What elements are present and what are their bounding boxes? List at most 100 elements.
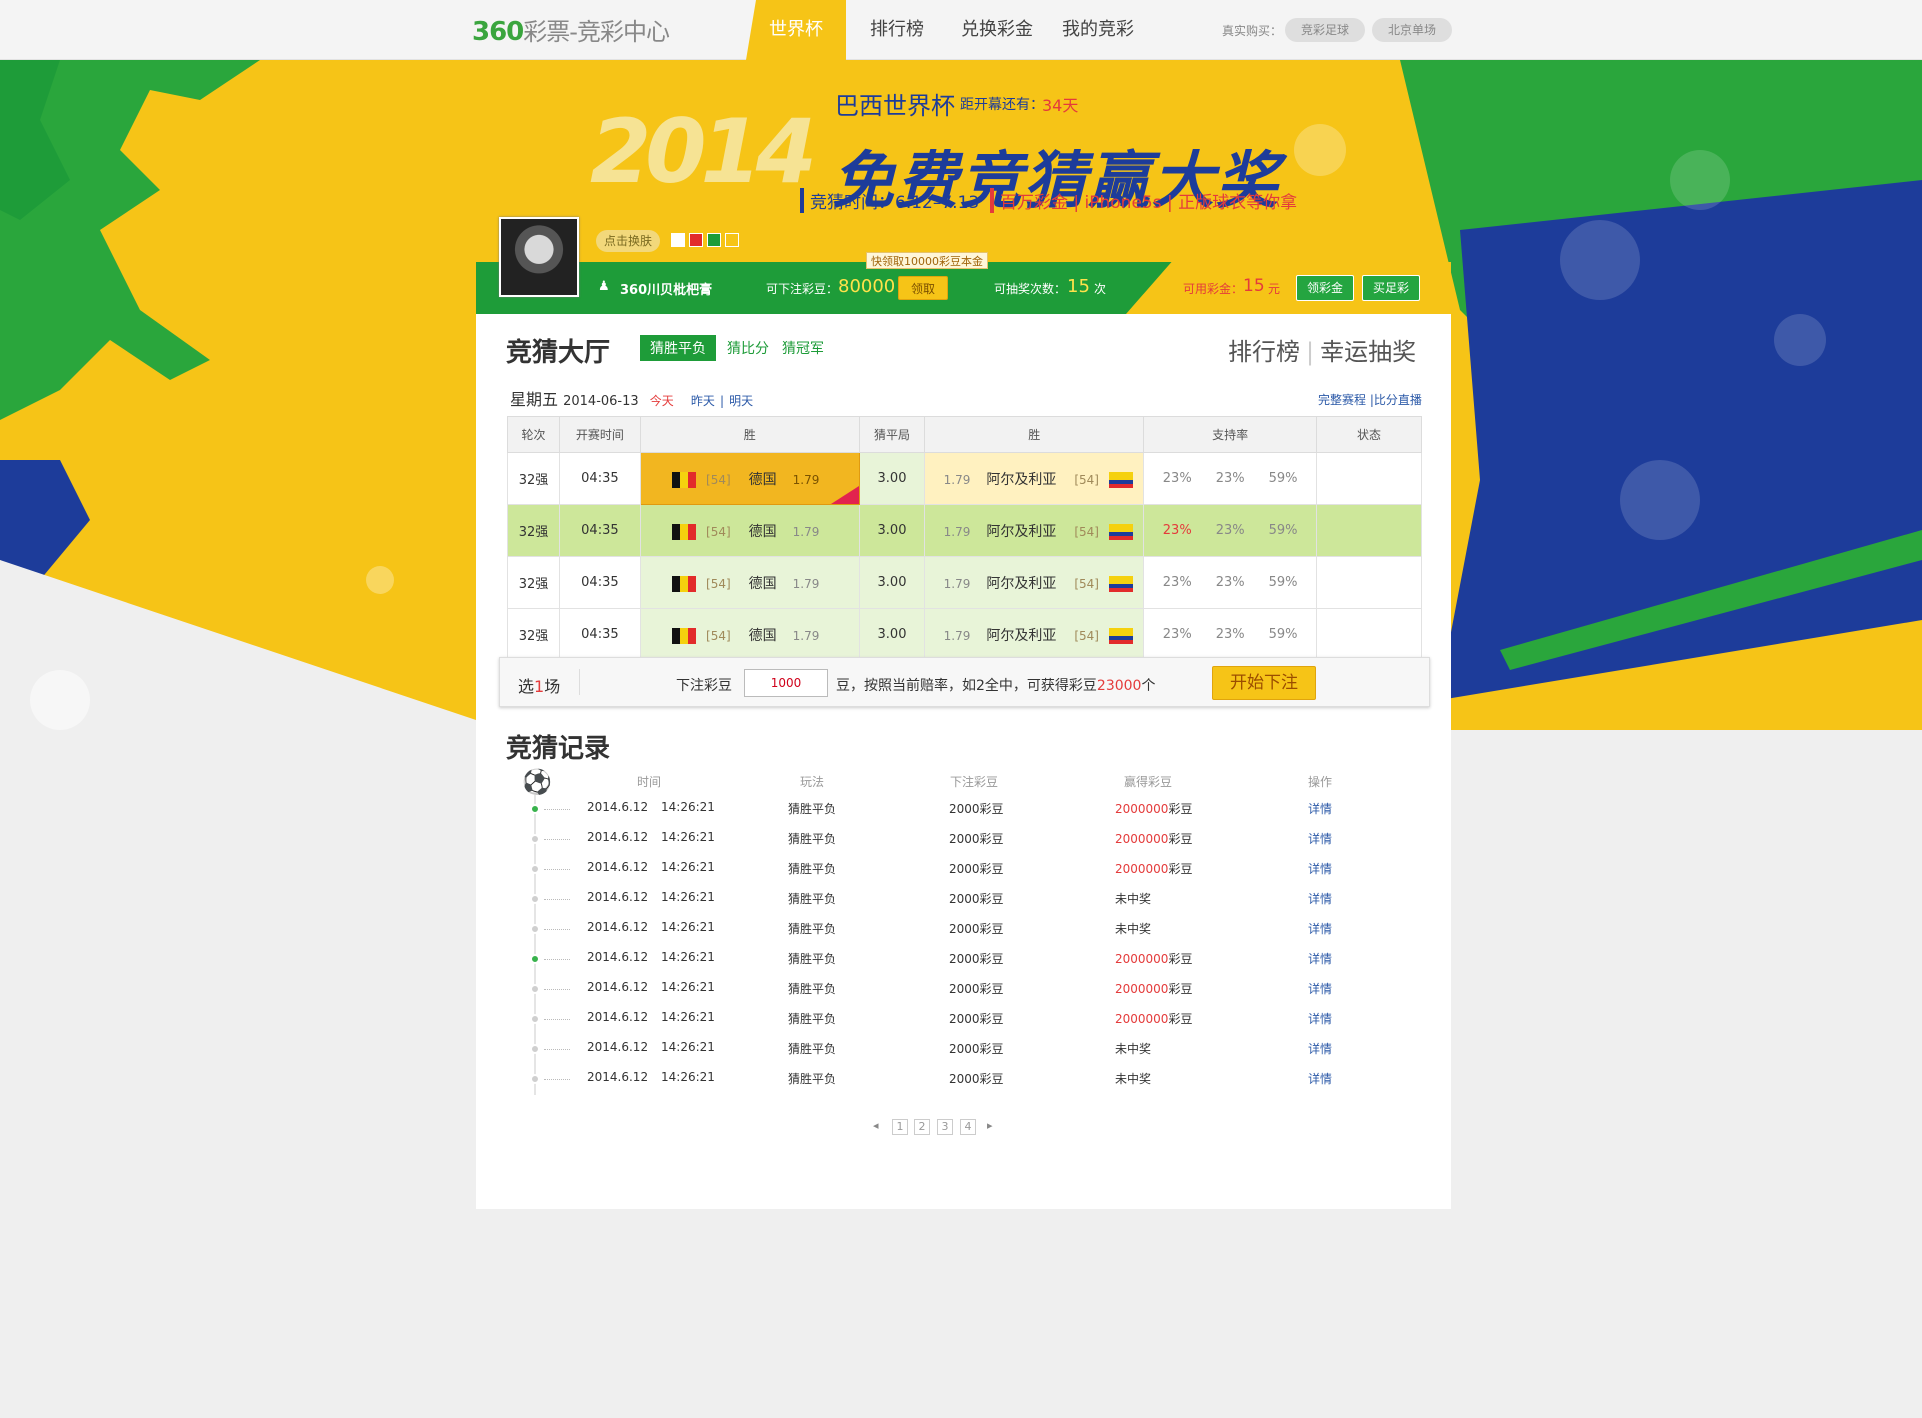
record-win-unit: 未中奖	[1115, 1072, 1152, 1086]
record-detail-link[interactable]: 详情	[1308, 980, 1332, 997]
record-date: 2014.6.12	[587, 830, 649, 844]
buy-link-beijing[interactable]: 北京单场	[1372, 18, 1453, 42]
nav-ranking[interactable]: 排行榜	[870, 0, 924, 60]
draw-option[interactable]: 3.00	[858, 504, 926, 557]
skin-swatch-red[interactable]	[689, 233, 703, 247]
record-detail-link[interactable]: 详情	[1308, 800, 1332, 817]
draw-option[interactable]: 3.00	[858, 608, 926, 661]
nav-my-bets[interactable]: 我的竞彩	[1062, 0, 1134, 60]
page-2[interactable]: 2	[914, 1119, 930, 1135]
record-bet: 2000彩豆	[949, 862, 1004, 876]
nav-exchange[interactable]: 兑换彩金	[961, 0, 1033, 60]
ecuador-flag-icon	[1108, 628, 1133, 644]
buy-lottery-button[interactable]: 买足彩	[1362, 275, 1421, 301]
away-odd: 1.79	[943, 576, 971, 591]
banner-cup-title: 巴西世界杯	[835, 92, 955, 120]
support-away: 59%	[1268, 575, 1298, 590]
tomorrow-link[interactable]: 明天	[729, 394, 753, 408]
change-skin-button[interactable]: 点击换肤	[596, 230, 661, 252]
skin-swatch-green[interactable]	[707, 233, 721, 247]
record-win: 未中奖	[1115, 890, 1151, 907]
record-play: 猜胜平负	[788, 862, 837, 876]
skin-swatch-white[interactable]	[671, 233, 685, 247]
away-odd: 1.79	[943, 472, 971, 487]
record-date: 2014.6.12	[587, 950, 649, 964]
home-team: 德国	[748, 575, 777, 592]
away-win-option[interactable]: 1.79 阿尔及利亚 [54]	[924, 608, 1145, 661]
record-detail-link[interactable]: 详情	[1308, 950, 1332, 967]
avatar[interactable]	[499, 217, 579, 297]
record-date: 2014.6.12	[587, 1010, 649, 1024]
skin-swatch-yellow[interactable]	[725, 233, 739, 247]
ecuador-flag-icon	[1108, 576, 1133, 592]
bean-value: 80000	[838, 276, 896, 297]
record-date: 2014.6.12	[587, 1040, 649, 1054]
record-date: 2014.6.12	[587, 890, 649, 904]
schedule-link[interactable]: 完整赛程 |比分直播	[1318, 391, 1422, 408]
draw-option[interactable]: 3.00	[858, 556, 926, 609]
timeline-dash	[544, 1019, 570, 1020]
record-detail-link[interactable]: 详情	[1308, 1070, 1332, 1087]
home-win-option[interactable]: [54] 德国 1.79	[639, 504, 860, 557]
round-cell: 32强	[507, 452, 560, 505]
tab-win-draw-lose[interactable]: 猜胜平负	[640, 335, 716, 361]
status-cell	[1316, 504, 1422, 557]
belgium-flag-icon	[672, 472, 697, 488]
bet-description: 豆，按照当前赔率，如2全中，可获得彩豆23000个	[836, 675, 1155, 695]
banner-countdown-label: 距开幕还有：	[960, 97, 1044, 113]
record-win-amount: 2000000	[1115, 1012, 1169, 1026]
bet-amount-input[interactable]: 1000	[744, 669, 828, 697]
pager-prev[interactable]: ◂	[873, 1119, 879, 1132]
tab-score[interactable]: 猜比分	[727, 338, 769, 358]
home-team: 德国	[748, 627, 777, 644]
start-bet-button[interactable]: 开始下注	[1212, 666, 1316, 700]
link-separator: |	[1306, 338, 1315, 366]
record-play: 猜胜平负	[788, 802, 837, 816]
banner-prizes: 百万彩金 | iPhone5s | 正版球衣等你拿	[990, 188, 1297, 213]
home-win-option[interactable]: [54] 德国 1.79	[639, 608, 860, 661]
support-rate-cell: 23% 23% 59%	[1143, 608, 1318, 661]
timeline-dot	[530, 1074, 540, 1084]
record-detail-link[interactable]: 详情	[1308, 890, 1332, 907]
date-separator: |	[719, 394, 725, 408]
bet-label: 下注彩豆	[676, 678, 732, 694]
page-1[interactable]: 1	[892, 1119, 908, 1135]
record-play: 猜胜平负	[788, 982, 837, 996]
time-cell: 04:35	[558, 608, 641, 661]
record-detail-link[interactable]: 详情	[1308, 830, 1332, 847]
page-4[interactable]: 4	[960, 1119, 976, 1135]
record-win-unit: 彩豆	[1168, 802, 1193, 816]
home-win-option[interactable]: [54] 德国 1.79	[639, 452, 860, 505]
record-bet: 2000彩豆	[949, 832, 1004, 846]
record-play: 猜胜平负	[788, 922, 837, 936]
away-win-option[interactable]: 1.79 阿尔及利亚 [54]	[924, 556, 1145, 609]
record-detail-link[interactable]: 详情	[1308, 920, 1332, 937]
pager-next[interactable]: ▸	[987, 1119, 993, 1132]
record-win-unit: 彩豆	[1168, 952, 1193, 966]
bet-desc-value: 23000	[1096, 678, 1142, 694]
cash-unit: 元	[1268, 282, 1281, 296]
draw-option[interactable]: 3.00	[858, 452, 926, 505]
rec-col-play: 玩法	[800, 775, 825, 789]
ranking-link[interactable]: 排行榜	[1228, 338, 1300, 366]
time-cell: 04:35	[558, 504, 641, 557]
record-detail-link[interactable]: 详情	[1308, 860, 1332, 877]
get-cash-button[interactable]: 领彩金	[1296, 275, 1355, 301]
record-detail-link[interactable]: 详情	[1308, 1010, 1332, 1027]
claim-button[interactable]: 领取	[898, 276, 949, 300]
home-win-option[interactable]: [54] 德国 1.79	[639, 556, 860, 609]
tab-champion[interactable]: 猜冠军	[782, 338, 824, 358]
today-link[interactable]: 今天	[650, 394, 674, 408]
site-logo[interactable]: 360彩票-竞彩中心	[472, 12, 670, 47]
away-win-option[interactable]: 1.79 阿尔及利亚 [54]	[924, 504, 1145, 557]
lucky-draw-link[interactable]: 幸运抽奖	[1320, 338, 1416, 366]
record-bet: 2000彩豆	[949, 952, 1004, 966]
away-win-option[interactable]: 1.79 阿尔及利亚 [54]	[924, 452, 1145, 505]
page-3[interactable]: 3	[937, 1119, 953, 1135]
home-rank: [54]	[706, 524, 731, 539]
nav-world-cup[interactable]: 世界杯	[746, 0, 846, 60]
record-win-amount: 2000000	[1115, 952, 1169, 966]
yesterday-link[interactable]: 昨天	[691, 394, 715, 408]
buy-link-football[interactable]: 竞彩足球	[1285, 18, 1366, 42]
record-detail-link[interactable]: 详情	[1308, 1040, 1332, 1057]
